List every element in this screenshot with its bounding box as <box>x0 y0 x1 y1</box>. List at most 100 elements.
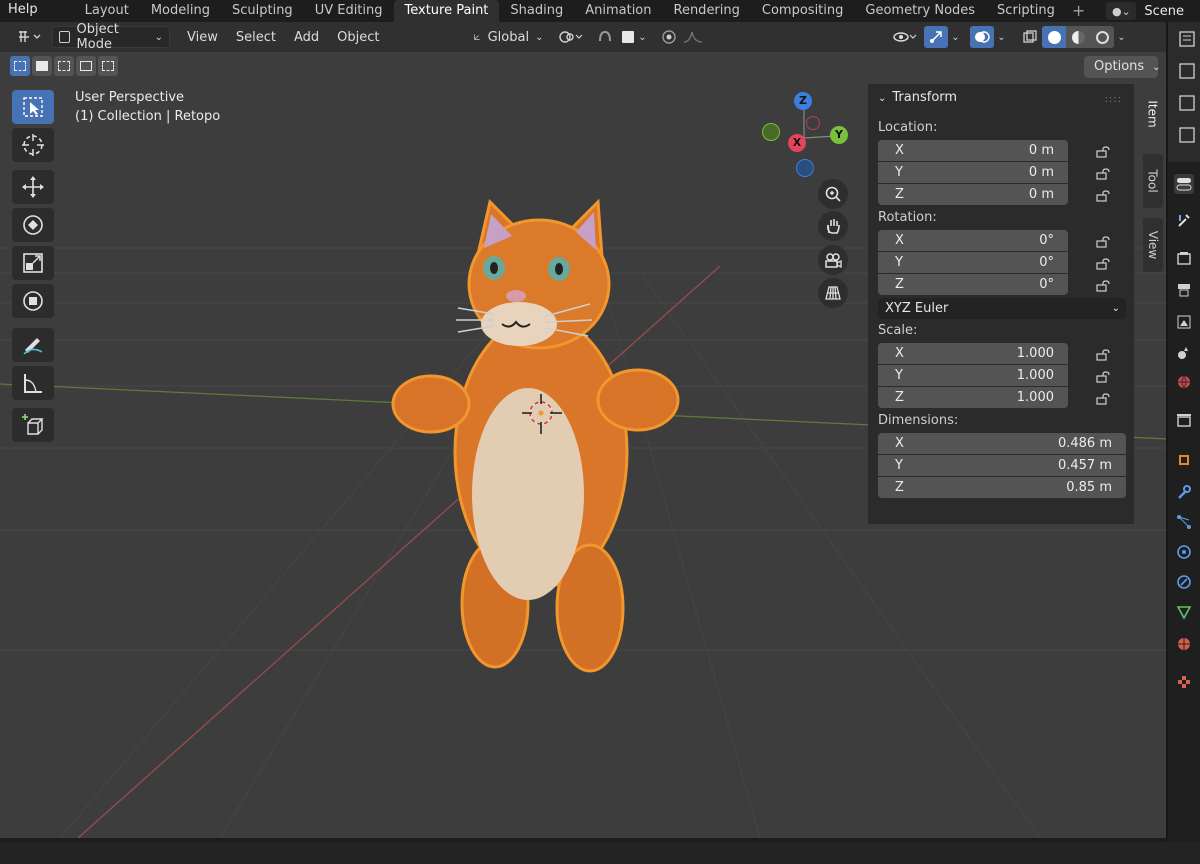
material-icon[interactable] <box>1174 634 1194 654</box>
lock-icon[interactable] <box>1096 168 1110 180</box>
xray-icon[interactable] <box>1018 26 1042 48</box>
view-menu[interactable]: View <box>181 26 224 48</box>
select-menu[interactable]: Select <box>230 26 282 48</box>
tab-tool[interactable]: Tool <box>1143 154 1163 208</box>
falloff-icon[interactable] <box>681 26 705 48</box>
gizmo-neg-y-icon[interactable] <box>762 123 780 141</box>
select-intersect-icon[interactable] <box>98 56 118 76</box>
solid-shading-icon[interactable] <box>1042 26 1067 48</box>
lock-icon[interactable] <box>1096 349 1110 361</box>
collection-icon[interactable] <box>1174 410 1194 430</box>
output-icon[interactable] <box>1174 280 1194 300</box>
gizmo-y-icon[interactable]: Y <box>830 126 848 144</box>
drag-handle-icon[interactable]: :::: <box>1105 94 1122 105</box>
object-props-icon[interactable] <box>1174 450 1194 470</box>
lock-icon[interactable] <box>1096 190 1110 202</box>
gizmo-x-icon[interactable]: X <box>788 134 806 152</box>
particles-icon[interactable] <box>1174 512 1194 532</box>
tab-modeling[interactable]: Modeling <box>140 0 221 22</box>
tab-sculpting[interactable]: Sculpting <box>221 0 304 22</box>
tab-item[interactable]: Item <box>1143 84 1163 144</box>
rotation-mode-dropdown[interactable]: XYZ Euler ⌄ <box>878 298 1126 319</box>
help-menu[interactable]: Help <box>0 0 46 22</box>
texture-icon[interactable] <box>1174 672 1194 692</box>
tab-scripting[interactable]: Scripting <box>986 0 1066 22</box>
tab-rendering[interactable]: Rendering <box>663 0 751 22</box>
data-mesh-icon[interactable] <box>1174 602 1194 622</box>
gizmo-neg-z-icon[interactable] <box>796 159 814 177</box>
lock-icon[interactable] <box>1096 371 1110 383</box>
tool-settings-icon[interactable] <box>1174 174 1194 194</box>
object-menu[interactable]: Object <box>331 26 385 48</box>
pivot-point-icon[interactable] <box>555 26 587 48</box>
dimensions-z-field[interactable]: Z 0.85 m <box>878 477 1126 498</box>
location-y-field[interactable]: Y 0 m <box>878 162 1068 183</box>
lock-icon[interactable] <box>1096 393 1110 405</box>
orientation-dropdown[interactable]: Global ⌄ <box>467 26 549 48</box>
modifier-wrench-icon[interactable] <box>1174 482 1194 502</box>
move-tool[interactable] <box>12 170 54 204</box>
tool-wrench-icon[interactable] <box>1174 210 1194 230</box>
constraints-icon[interactable] <box>1174 572 1194 592</box>
tab-view[interactable]: View <box>1143 218 1163 272</box>
scale-x-field[interactable]: X 1.000 <box>878 343 1068 364</box>
overlays-icon[interactable] <box>970 26 995 48</box>
scene-icon[interactable]: ●⌄ <box>1106 2 1137 20</box>
proportional-editing-icon[interactable] <box>657 26 681 48</box>
location-z-field[interactable]: Z 0 m <box>878 184 1068 205</box>
gizmo-toggle-icon[interactable] <box>924 26 949 48</box>
add-workspace-icon[interactable]: + <box>1066 0 1091 22</box>
visibility-icon[interactable] <box>890 26 920 48</box>
annotate-tool[interactable] <box>12 328 54 362</box>
options-dropdown[interactable]: Options ⌄ <box>1084 56 1161 78</box>
chevron-down-icon[interactable]: ⌄ <box>1114 26 1128 48</box>
location-x-field[interactable]: X 0 m <box>878 140 1068 161</box>
view-layer-icon[interactable] <box>1174 312 1194 332</box>
zoom-icon[interactable] <box>818 179 848 209</box>
select-invert-icon[interactable] <box>76 56 96 76</box>
rotation-x-field[interactable]: X 0° <box>878 230 1068 251</box>
pan-hand-icon[interactable] <box>818 211 848 241</box>
tab-uv-editing[interactable]: UV Editing <box>304 0 394 22</box>
select-extend-icon[interactable] <box>32 56 52 76</box>
3d-viewport[interactable]: Options ⌄ User Perspective (1) Collection… <box>0 52 1168 838</box>
camera-view-icon[interactable] <box>818 245 848 275</box>
rotation-y-field[interactable]: Y 0° <box>878 252 1068 273</box>
rendered-shading-icon[interactable] <box>1090 26 1115 48</box>
world-icon[interactable] <box>1174 372 1194 392</box>
transform-header[interactable]: ⌄ Transform <box>878 90 957 105</box>
dimensions-x-field[interactable]: X 0.486 m <box>878 433 1126 454</box>
scene-name[interactable]: Scene <box>1140 4 1200 19</box>
cat-model[interactable] <box>391 198 680 673</box>
render-icon[interactable] <box>1174 248 1194 268</box>
tab-texture-paint[interactable]: Texture Paint <box>393 0 500 22</box>
editor-type-icon[interactable] <box>12 26 46 48</box>
material-preview-icon[interactable] <box>1066 26 1091 48</box>
gizmo-neg-x-icon[interactable] <box>806 116 820 130</box>
select-new-icon[interactable] <box>10 56 30 76</box>
lock-icon[interactable] <box>1096 258 1110 270</box>
snap-icon[interactable] <box>593 26 617 48</box>
measure-tool[interactable] <box>12 366 54 400</box>
select-box-tool[interactable] <box>12 90 54 124</box>
dimensions-y-field[interactable]: Y 0.457 m <box>878 455 1126 476</box>
scale-y-field[interactable]: Y 1.000 <box>878 365 1068 386</box>
tab-compositing[interactable]: Compositing <box>751 0 855 22</box>
lock-icon[interactable] <box>1096 236 1110 248</box>
mode-dropdown[interactable]: Object Mode ⌄ <box>52 22 170 52</box>
cursor-tool[interactable] <box>12 128 54 162</box>
perspective-grid-icon[interactable] <box>818 278 848 308</box>
lock-icon[interactable] <box>1096 146 1110 158</box>
scale-tool[interactable] <box>12 246 54 280</box>
snap-target-icon[interactable]: ⌄ <box>617 26 651 48</box>
add-cube-tool[interactable] <box>12 408 54 442</box>
tab-layout[interactable]: Layout <box>74 0 140 22</box>
select-subtract-icon[interactable] <box>54 56 74 76</box>
add-menu[interactable]: Add <box>288 26 325 48</box>
chevron-down-icon[interactable]: ⌄ <box>994 26 1008 48</box>
transform-tool[interactable] <box>12 284 54 318</box>
scale-z-field[interactable]: Z 1.000 <box>878 387 1068 408</box>
rotate-tool[interactable] <box>12 208 54 242</box>
chevron-down-icon[interactable]: ⌄ <box>948 26 962 48</box>
rotation-z-field[interactable]: Z 0° <box>878 274 1068 295</box>
